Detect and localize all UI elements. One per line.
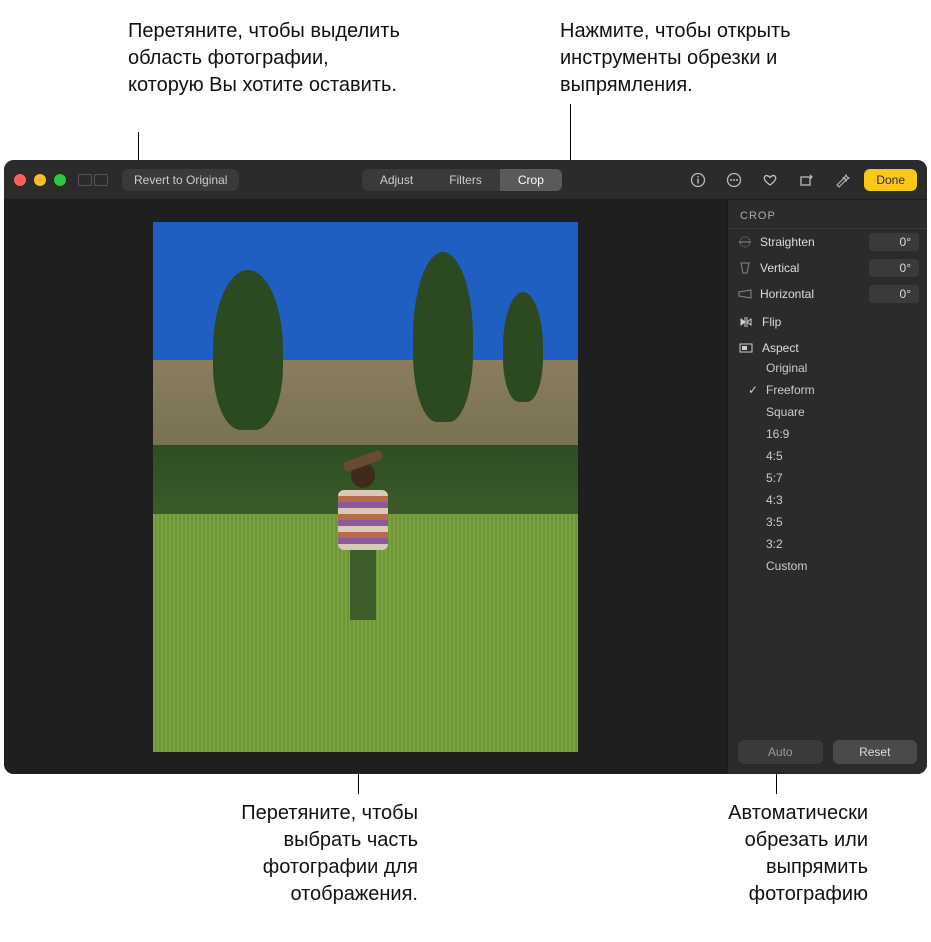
rotate-icon[interactable] (792, 168, 820, 192)
tab-adjust[interactable]: Adjust (362, 169, 431, 191)
aspect-option-label: 5:7 (766, 471, 783, 485)
more-icon[interactable] (720, 168, 748, 192)
horizontal-perspective-icon (736, 287, 754, 301)
tab-filters[interactable]: Filters (431, 169, 500, 191)
aspect-option[interactable]: 16:9 (766, 427, 927, 441)
tab-crop[interactable]: Crop (500, 169, 562, 191)
callout-top-left: Перетяните, чтобы выделить область фотог… (128, 18, 408, 99)
window-controls (14, 174, 66, 186)
horizontal-value[interactable]: 0° (869, 285, 919, 303)
aspect-option-label: 4:5 (766, 449, 783, 463)
aspect-option-label: Original (766, 361, 807, 375)
aspect-option[interactable]: 3:5 (766, 515, 927, 529)
straighten-label: Straighten (760, 235, 863, 249)
reset-crop-button[interactable]: Reset (833, 740, 918, 764)
callout-top-right: Нажмите, чтобы открыть инструменты обрез… (560, 18, 840, 99)
aspect-option-label: Custom (766, 559, 807, 573)
aspect-option[interactable]: 4:3 (766, 493, 927, 507)
vertical-perspective-icon (736, 261, 754, 275)
flip-row[interactable]: Flip (728, 307, 927, 333)
straighten-value[interactable]: 0° (869, 233, 919, 251)
aspect-option[interactable]: ✓Freeform (766, 383, 927, 397)
horizontal-label: Horizontal (760, 287, 863, 301)
flip-label: Flip (762, 315, 781, 329)
straighten-icon (736, 235, 754, 249)
close-window-button[interactable] (14, 174, 26, 186)
titlebar: Revert to Original Adjust Filters Crop D… (4, 160, 927, 200)
aspect-option[interactable]: Custom (766, 559, 927, 573)
callout-bottom-left: Перетяните, чтобы выбрать часть фотограф… (178, 800, 418, 908)
aspect-label: Aspect (762, 341, 799, 355)
straighten-row[interactable]: Straighten 0° (728, 229, 927, 255)
check-icon: ✓ (748, 383, 758, 397)
done-button[interactable]: Done (864, 169, 917, 191)
aspect-option[interactable]: Original (766, 361, 927, 375)
callout-bottom-right: Автоматически обрезать или выпрямить фот… (648, 800, 868, 908)
zoom-window-button[interactable] (54, 174, 66, 186)
vertical-value[interactable]: 0° (869, 259, 919, 277)
minimize-window-button[interactable] (34, 174, 46, 186)
aspect-icon (738, 341, 754, 355)
photos-edit-window: Revert to Original Adjust Filters Crop D… (4, 160, 927, 774)
photo-preview[interactable] (153, 222, 578, 752)
favorite-icon[interactable] (756, 168, 784, 192)
crop-sidebar: CROP Straighten 0° Vertical 0° Horizo (727, 200, 927, 774)
horizontal-row[interactable]: Horizontal 0° (728, 281, 927, 307)
aspect-row[interactable]: Aspect (728, 333, 927, 359)
view-mode-toggle[interactable] (78, 174, 108, 186)
aspect-option-label: 3:5 (766, 515, 783, 529)
aspect-option[interactable]: Square (766, 405, 927, 419)
aspect-option[interactable]: 5:7 (766, 471, 927, 485)
crop-canvas[interactable] (4, 200, 727, 774)
edit-mode-segmented: Adjust Filters Crop (362, 169, 562, 191)
auto-enhance-icon[interactable] (828, 168, 856, 192)
revert-to-original-button[interactable]: Revert to Original (122, 169, 239, 191)
aspect-option-label: 4:3 (766, 493, 783, 507)
vertical-label: Vertical (760, 261, 863, 275)
sidebar-title: CROP (728, 200, 927, 229)
aspect-option-label: 16:9 (766, 427, 789, 441)
aspect-option-label: 3:2 (766, 537, 783, 551)
aspect-option[interactable]: 3:2 (766, 537, 927, 551)
auto-crop-button[interactable]: Auto (738, 740, 823, 764)
flip-icon (738, 315, 754, 329)
aspect-option-label: Freeform (766, 383, 815, 397)
vertical-row[interactable]: Vertical 0° (728, 255, 927, 281)
aspect-option-label: Square (766, 405, 805, 419)
aspect-option[interactable]: 4:5 (766, 449, 927, 463)
aspect-list: Original✓FreeformSquare16:94:55:74:33:53… (728, 359, 927, 581)
info-icon[interactable] (684, 168, 712, 192)
